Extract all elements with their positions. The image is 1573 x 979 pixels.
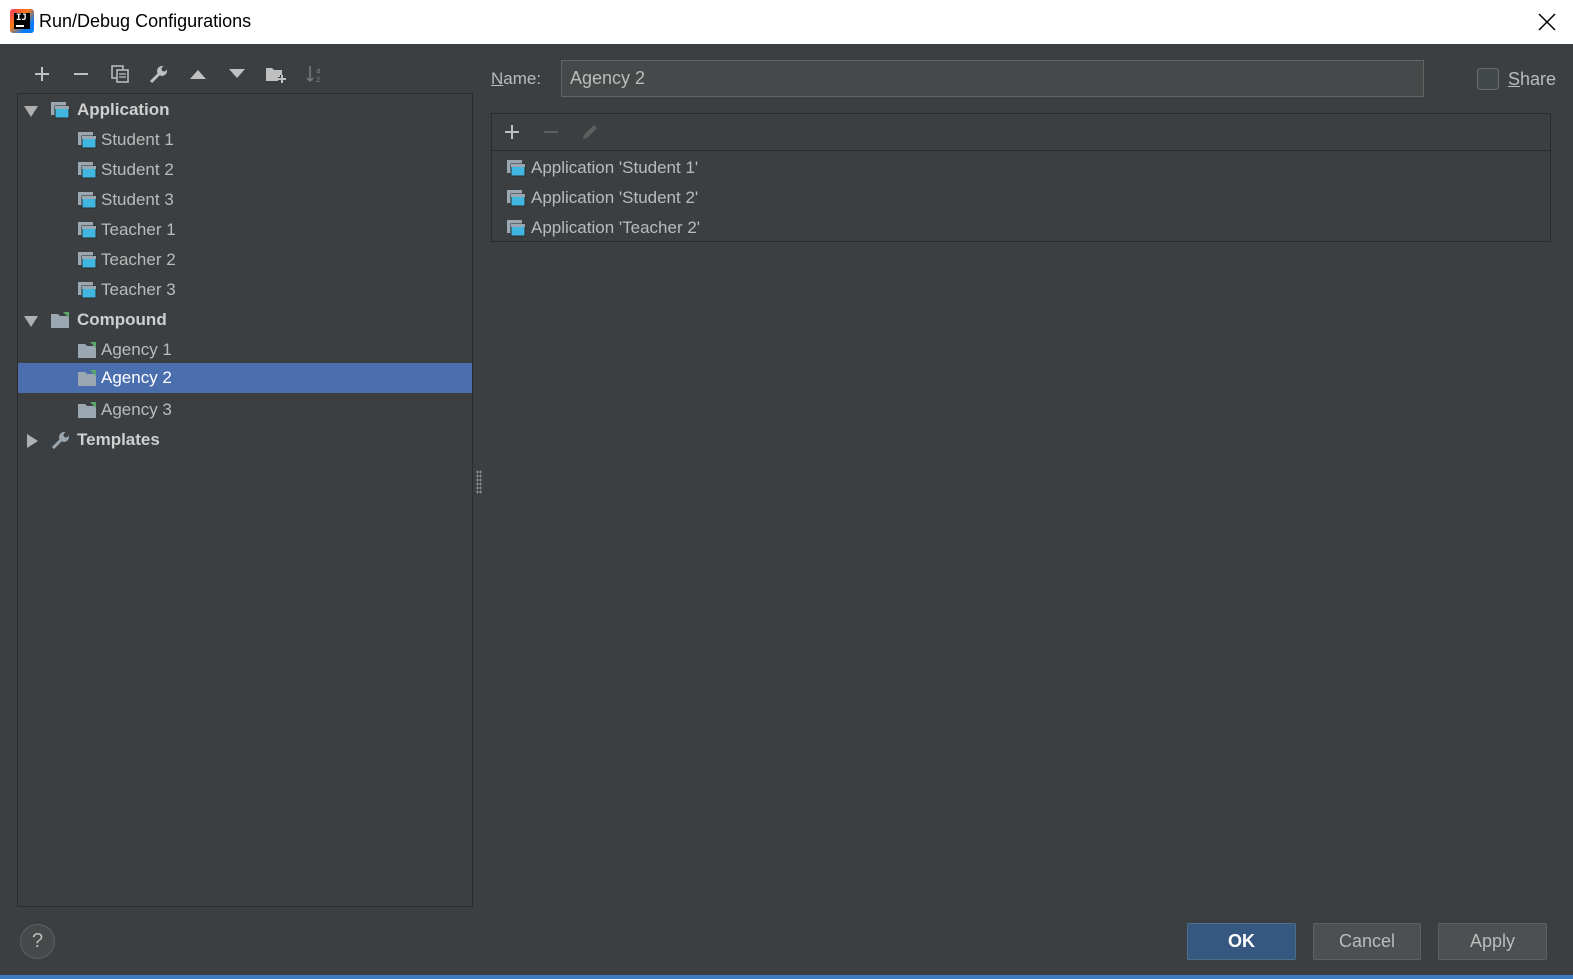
share-label[interactable]: Share bbox=[1508, 69, 1556, 90]
edit-defaults-button[interactable] bbox=[139, 60, 178, 88]
tree-item-label: Agency 2 bbox=[101, 368, 172, 387]
configurations-tree[interactable]: Application Student 1 Student 2 Student … bbox=[17, 93, 473, 907]
expand-arrow-icon[interactable] bbox=[24, 314, 38, 328]
application-config-icon bbox=[78, 192, 97, 209]
name-input[interactable] bbox=[561, 60, 1424, 97]
svg-text:a: a bbox=[316, 66, 321, 75]
compound-config-item[interactable]: Application 'Student 2' bbox=[492, 183, 1550, 213]
tree-item-label: Teacher 3 bbox=[101, 280, 176, 299]
tree-item-agency-1[interactable]: Agency 1 bbox=[18, 335, 472, 365]
tree-group-compound[interactable]: Compound bbox=[18, 305, 472, 335]
compound-configurations-panel: Application 'Student 1' Application 'Stu… bbox=[491, 113, 1551, 242]
tree-item-label: Agency 3 bbox=[101, 400, 172, 419]
tree-group-label: Compound bbox=[77, 310, 167, 329]
application-config-icon bbox=[78, 222, 97, 239]
splitter-handle[interactable] bbox=[476, 470, 482, 494]
tree-item-teacher-1[interactable]: Teacher 1 bbox=[18, 215, 472, 245]
tree-item-agency-2[interactable]: Agency 2 bbox=[18, 363, 472, 393]
compound-config-icon bbox=[78, 370, 96, 386]
compound-config-label: Application 'Student 1' bbox=[531, 158, 699, 177]
move-up-button[interactable] bbox=[178, 60, 217, 88]
collapsed-arrow-icon[interactable] bbox=[25, 434, 39, 448]
application-config-icon bbox=[507, 190, 526, 207]
apply-button[interactable]: Apply bbox=[1438, 923, 1547, 960]
help-button[interactable]: ? bbox=[20, 924, 55, 959]
application-config-icon bbox=[51, 102, 70, 119]
copy-icon bbox=[110, 65, 129, 83]
add-icon bbox=[504, 125, 519, 139]
cancel-button[interactable]: Cancel bbox=[1313, 923, 1421, 960]
remove-icon bbox=[543, 131, 558, 133]
application-config-icon bbox=[78, 162, 97, 179]
tree-item-teacher-3[interactable]: Teacher 3 bbox=[18, 275, 472, 305]
tree-group-templates[interactable]: Templates bbox=[18, 425, 472, 455]
intellij-logo-icon: IJ bbox=[10, 9, 34, 33]
configurations-toolbar: az bbox=[22, 60, 334, 88]
application-config-icon bbox=[78, 132, 97, 149]
share-label-text: hare bbox=[1520, 69, 1557, 89]
tree-item-label: Student 3 bbox=[101, 190, 174, 209]
tree-item-student-1[interactable]: Student 1 bbox=[18, 125, 472, 155]
title-bar: IJ Run/Debug Configurations bbox=[0, 0, 1573, 44]
tree-item-label: Student 2 bbox=[101, 160, 174, 179]
tree-group-application[interactable]: Application bbox=[18, 95, 472, 125]
tree-item-label: Teacher 1 bbox=[101, 220, 176, 239]
compound-toolbar bbox=[492, 114, 1550, 151]
application-config-icon bbox=[507, 220, 526, 237]
tree-group-label: Templates bbox=[77, 430, 160, 449]
add-compound-item-button[interactable] bbox=[492, 117, 531, 147]
tree-item-label: Agency 1 bbox=[101, 340, 172, 359]
move-down-icon bbox=[228, 69, 245, 78]
window-title: Run/Debug Configurations bbox=[39, 11, 252, 31]
share-label-accelerator: S bbox=[1508, 69, 1521, 89]
new-folder-icon bbox=[265, 68, 286, 83]
name-label: Name: bbox=[491, 69, 541, 89]
tree-item-agency-3[interactable]: Agency 3 bbox=[18, 395, 472, 425]
wrench-icon bbox=[149, 66, 167, 84]
tree-item-teacher-2[interactable]: Teacher 2 bbox=[18, 245, 472, 275]
move-down-button[interactable] bbox=[217, 60, 256, 88]
add-configuration-button[interactable] bbox=[22, 60, 61, 88]
add-icon bbox=[34, 67, 49, 81]
new-folder-button[interactable] bbox=[256, 60, 295, 88]
tree-item-student-2[interactable]: Student 2 bbox=[18, 155, 472, 185]
compound-config-item[interactable]: Application 'Teacher 2' bbox=[492, 213, 1550, 243]
compound-config-label: Application 'Student 2' bbox=[531, 188, 699, 207]
edit-compound-item-button[interactable] bbox=[570, 117, 609, 147]
pencil-icon bbox=[582, 125, 597, 139]
tree-item-label: Teacher 2 bbox=[101, 250, 176, 269]
share-checkbox[interactable] bbox=[1477, 68, 1499, 90]
application-config-icon bbox=[507, 160, 526, 177]
sort-button[interactable]: az bbox=[295, 60, 334, 88]
tree-item-student-3[interactable]: Student 3 bbox=[18, 185, 472, 215]
compound-config-icon bbox=[51, 312, 69, 328]
close-icon bbox=[1538, 13, 1556, 31]
name-label-accelerator: N bbox=[491, 69, 504, 88]
expand-arrow-icon[interactable] bbox=[24, 104, 38, 118]
move-up-icon bbox=[189, 70, 206, 79]
remove-icon bbox=[73, 73, 88, 75]
compound-config-label: Application 'Teacher 2' bbox=[531, 218, 701, 237]
sort-icon: az bbox=[305, 66, 321, 84]
copy-configuration-button[interactable] bbox=[100, 60, 139, 88]
application-config-icon bbox=[78, 282, 97, 299]
compound-config-item[interactable]: Application 'Student 1' bbox=[492, 153, 1550, 183]
name-label-text: ame: bbox=[503, 69, 542, 88]
close-button[interactable] bbox=[1531, 6, 1563, 38]
tree-group-label: Application bbox=[77, 100, 170, 119]
tree-item-label: Student 1 bbox=[101, 130, 174, 149]
svg-text:z: z bbox=[316, 75, 320, 84]
compound-config-icon bbox=[78, 402, 96, 418]
application-config-icon bbox=[78, 252, 97, 269]
compound-config-icon bbox=[78, 342, 96, 358]
window-bottom-border bbox=[0, 975, 1573, 979]
remove-configuration-button[interactable] bbox=[61, 60, 100, 88]
wrench-icon bbox=[51, 432, 69, 449]
ok-button[interactable]: OK bbox=[1187, 923, 1296, 960]
remove-compound-item-button[interactable] bbox=[531, 117, 570, 147]
